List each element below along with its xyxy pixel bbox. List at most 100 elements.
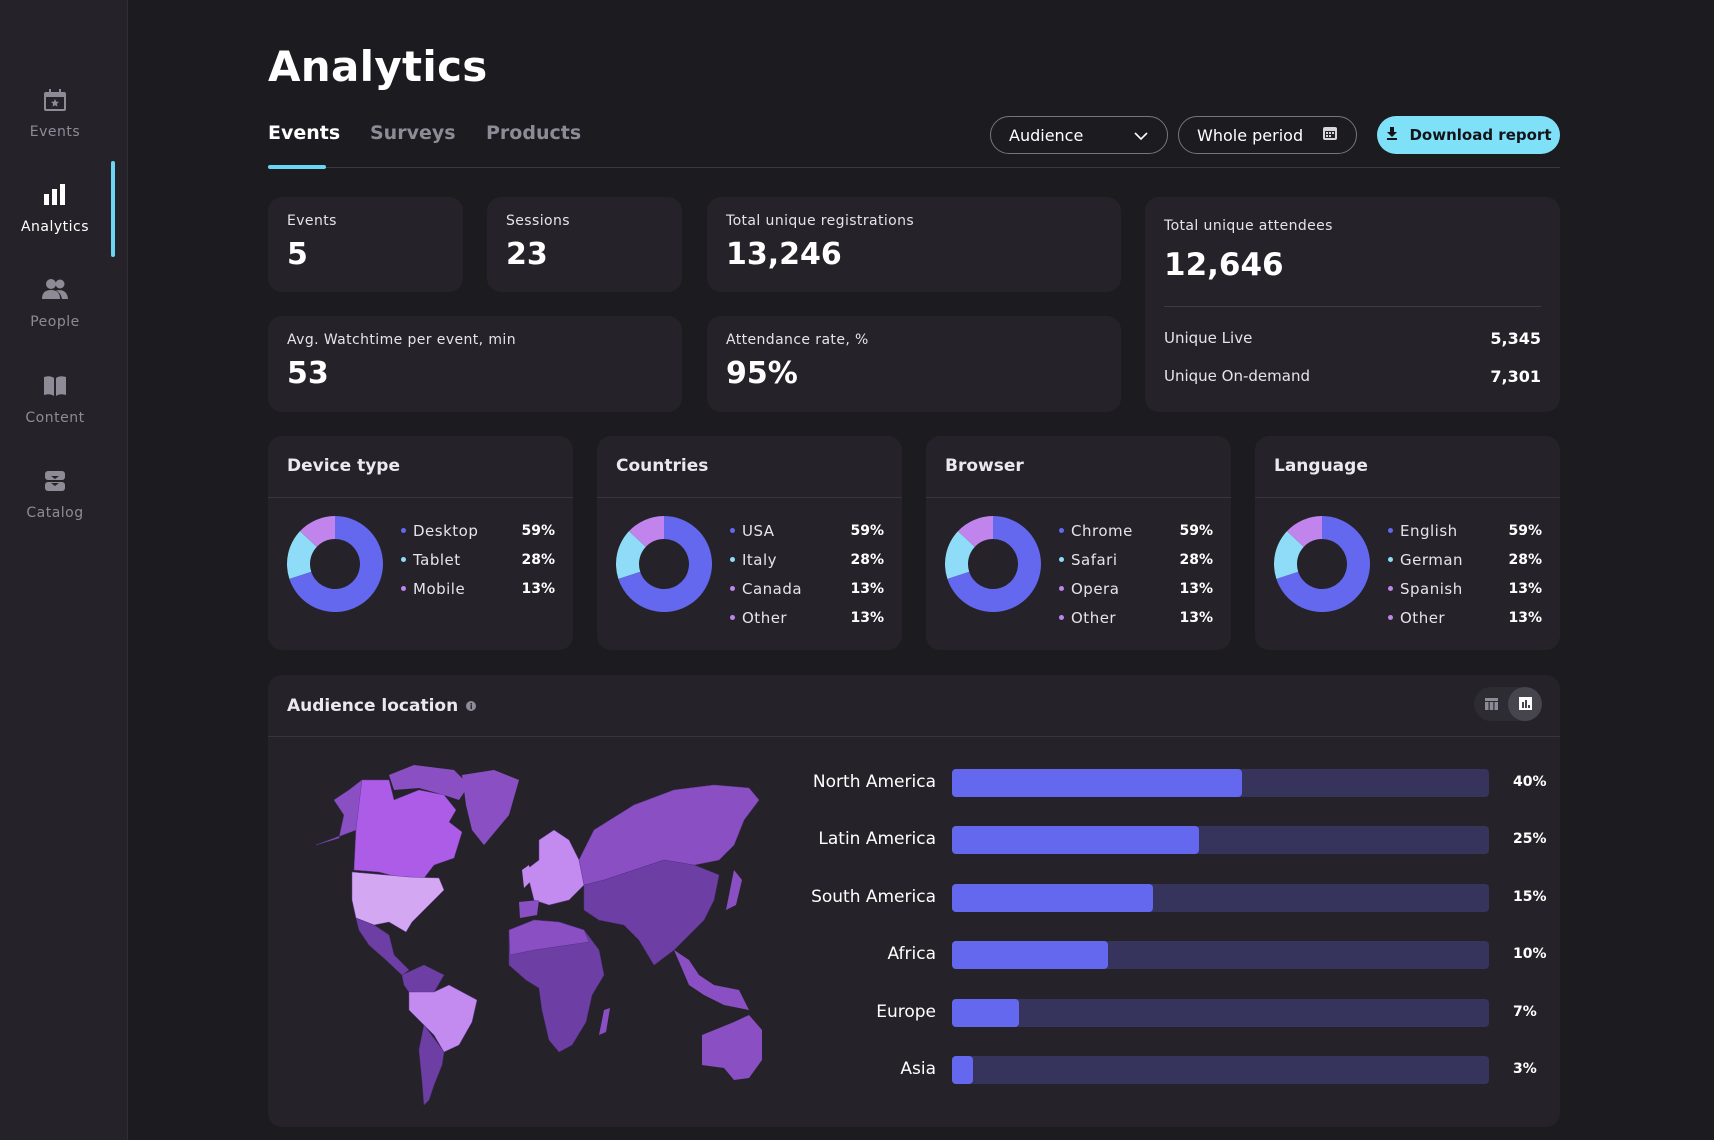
kpi-value: 13,246: [726, 237, 842, 272]
bar-fill[interactable]: [952, 941, 1108, 970]
legend: Chrome 59% Safari 28% Opera 13% Other 13%: [1059, 516, 1213, 632]
legend-dot: [1059, 615, 1064, 620]
legend-item-italy: Italy 28%: [730, 545, 884, 574]
map-region-southeast-asia: [674, 950, 749, 1010]
map-region-iberia: [519, 900, 539, 918]
legend-value: 13%: [850, 580, 884, 597]
kpi-value: 5: [287, 237, 308, 272]
kpi-value: 53: [287, 356, 329, 391]
bar-value: 10%: [1513, 946, 1547, 963]
legend-dot: [1059, 557, 1064, 562]
audience-location-title: Audience location: [287, 696, 459, 716]
download-report-button[interactable]: Download report: [1377, 116, 1560, 154]
legend-label: Other: [742, 608, 788, 627]
bar-value: 7%: [1513, 1003, 1537, 1020]
map-region-japan: [726, 870, 742, 910]
legend-dot: [730, 557, 735, 562]
legend-label: Tablet: [413, 550, 461, 569]
sidebar-item-catalog[interactable]: Catalog: [0, 467, 110, 547]
legend-dot: [730, 586, 735, 591]
legend-label: Safari: [1071, 550, 1118, 569]
legend-dot: [730, 528, 735, 533]
tab-surveys[interactable]: Surveys: [370, 122, 456, 144]
period-select[interactable]: Whole period: [1178, 116, 1357, 154]
audience-select[interactable]: Audience: [990, 116, 1168, 154]
legend-value: 28%: [850, 551, 884, 568]
sidebar: Events Analytics People Content Catalog: [0, 0, 128, 1140]
active-tab-underline: [268, 165, 326, 169]
calendar-star-icon: [41, 86, 69, 114]
period-select-value: Whole period: [1197, 125, 1304, 145]
breakdown-row-on-demand: Unique On-demand 7,301: [1164, 367, 1541, 386]
breakdown-value: 7,301: [1490, 367, 1541, 386]
active-nav-indicator: [111, 161, 115, 257]
legend-dot: [401, 528, 406, 533]
inbox-tray-icon: [41, 467, 69, 495]
tab-events[interactable]: Events: [268, 122, 340, 144]
legend-item-desktop: Desktop 59%: [401, 516, 555, 545]
kpi-card-attendance: Attendance rate, % 95%: [707, 316, 1121, 412]
language-card: Language English 59% German 28% Spanish 13% Oth…: [1255, 436, 1560, 650]
bar-track: [952, 998, 1489, 1027]
bar-chart-icon: [41, 181, 69, 209]
card-title: Language: [1274, 456, 1368, 476]
legend-value: 59%: [1508, 522, 1542, 539]
sidebar-item-people[interactable]: People: [0, 276, 110, 356]
kpi-card-registrations: Total unique registrations 13,246: [707, 197, 1121, 292]
sidebar-item-analytics[interactable]: Analytics: [0, 181, 110, 261]
legend-dot: [1388, 615, 1393, 620]
legend-item-usa: USA 59%: [730, 516, 884, 545]
bar-track: [952, 826, 1489, 855]
table-view-button[interactable]: [1474, 687, 1508, 721]
sidebar-item-events[interactable]: Events: [0, 86, 110, 166]
legend-label: Opera: [1071, 579, 1120, 598]
map-region-madagascar: [599, 1008, 610, 1035]
bar-fill[interactable]: [952, 998, 1020, 1027]
page-title: Analytics: [268, 42, 488, 91]
card-title: Device type: [287, 456, 400, 476]
legend-dot: [1388, 528, 1393, 533]
bar-fill[interactable]: [952, 826, 1200, 855]
sidebar-item-label: Analytics: [20, 219, 90, 235]
legend-label: Italy: [742, 550, 778, 569]
chart-view-button[interactable]: [1508, 687, 1542, 721]
donut-chart: [287, 516, 383, 612]
download-icon: [1385, 126, 1399, 144]
bar-row-africa: Africa 10%: [808, 941, 1548, 970]
bar-fill[interactable]: [952, 769, 1242, 797]
legend-label: English: [1400, 521, 1458, 540]
legend-dot: [1059, 528, 1064, 533]
bar-row-europe: Europe 7%: [808, 998, 1548, 1027]
card-title: Countries: [616, 456, 709, 476]
divider: [1255, 497, 1560, 498]
sidebar-item-label: People: [30, 314, 80, 330]
breakdown-row-live: Unique Live 5,345: [1164, 329, 1541, 348]
calendar-icon: [1322, 125, 1338, 145]
legend-value: 13%: [1508, 609, 1542, 626]
info-icon[interactable]: i: [466, 701, 477, 711]
bar-value: 40%: [1513, 774, 1547, 790]
legend: USA 59% Italy 28% Canada 13% Other 13%: [730, 516, 884, 632]
divider: [1164, 306, 1541, 307]
bar-fill[interactable]: [952, 883, 1154, 912]
breakdown-value: 5,345: [1490, 329, 1541, 348]
device-type-card: Device type Desktop 59% Tablet 28% Mobile 13%: [268, 436, 573, 650]
card-title: Browser: [945, 456, 1024, 476]
legend-label: Mobile: [413, 579, 466, 598]
donut-chart: [945, 516, 1041, 612]
legend-item-chrome: Chrome 59%: [1059, 516, 1213, 545]
bar-fill[interactable]: [952, 1056, 974, 1084]
legend-item-other: Other 13%: [1059, 603, 1213, 632]
audience-location-header: Audience location i: [287, 696, 477, 716]
bar-label: North America: [812, 772, 936, 792]
sidebar-item-content[interactable]: Content: [0, 372, 110, 452]
legend-item-german: German 28%: [1388, 545, 1542, 574]
legend-dot: [1388, 586, 1393, 591]
bar-track: [952, 941, 1489, 970]
people-icon: [41, 276, 69, 304]
bar-label: Europe: [876, 1001, 936, 1022]
legend-item-english: English 59%: [1388, 516, 1542, 545]
kpi-card-watchtime: Avg. Watchtime per event, min 53: [268, 316, 682, 412]
tab-products[interactable]: Products: [486, 122, 581, 144]
bar-label: Asia: [900, 1059, 936, 1079]
